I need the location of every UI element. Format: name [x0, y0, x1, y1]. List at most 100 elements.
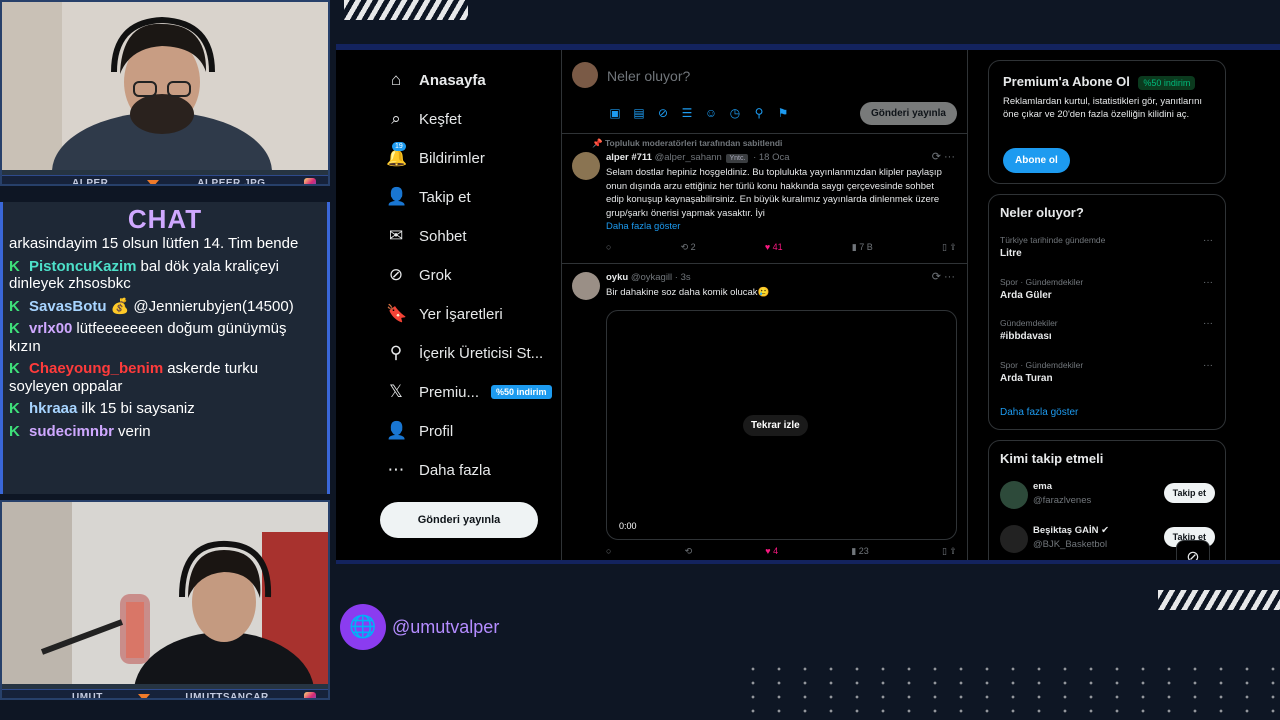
trend-item[interactable]: Spor · Gündemdekiler Arda Güler ··· [1000, 277, 1213, 301]
sidebar-item[interactable]: 𝕏 Premiu... %50 indirim [386, 377, 552, 407]
show-more-link[interactable]: Daha fazla göster [606, 221, 680, 232]
flag-icon[interactable]: ⚑ [776, 106, 790, 120]
follow-handle: @BJK_Basketbol [1033, 539, 1108, 550]
tweet-body: Selam dostlar hepiniz hoşgeldiniz. Bu to… [606, 167, 942, 219]
reply-icon[interactable]: ○ [606, 242, 611, 253]
tweet-author-name[interactable]: oyku [606, 272, 628, 283]
grok-icon[interactable]: ⊘ [656, 106, 670, 120]
video-time: 0:00 [619, 521, 637, 531]
tweet-author-handle[interactable]: @alper_sahann [655, 152, 722, 163]
sidebar-item[interactable]: 👤 Takip et [386, 182, 471, 212]
streamer-name-right: UMUTTSANCAR [185, 692, 269, 700]
webcam-top: ALPER ALPEER.JPG [0, 0, 330, 186]
sidebar-item-label: İçerik Üreticisi St... [419, 344, 544, 362]
location-icon[interactable]: ⚲ [752, 106, 766, 120]
compose-input[interactable]: Neler oluyor? [607, 68, 690, 84]
grok-floating-icon[interactable]: ⊘ [1176, 540, 1210, 560]
follow-icon: 👤 [386, 187, 408, 206]
sidebar-item[interactable]: 👤 Profil [386, 416, 453, 446]
more-options-icon[interactable]: ⟳ ··· [932, 270, 955, 283]
more-options-icon[interactable]: ··· [1203, 235, 1213, 246]
decor-stripes-top [344, 0, 468, 20]
more-options-icon[interactable]: ⟳ ··· [932, 150, 955, 163]
video-player[interactable]: Tekrar izle 0:00 [606, 310, 957, 540]
webcam-bottom-feed [2, 502, 328, 698]
instagram-icon [303, 691, 316, 698]
sidebar-item[interactable]: ⚲ İçerik Üreticisi St... [386, 338, 543, 368]
pinned-text: Topluluk moderatörleri tarafından sabitl… [604, 138, 783, 148]
instagram-icon [303, 177, 316, 184]
replay-button[interactable]: Tekrar izle [743, 415, 808, 436]
follow-suggestion[interactable]: ema @farazlvenes Takip et [1000, 479, 1215, 513]
subscribe-button[interactable]: Abone ol [1003, 148, 1070, 173]
chat-username: Chaeyoung_benim [29, 360, 164, 377]
tweet-body: Bir dahakine soz daha komik olucak🥲 [606, 287, 770, 298]
follow-name[interactable]: Beşiktaş GAİN ✔ [1033, 525, 1109, 536]
sidebar-item[interactable]: ⊘ Grok [386, 260, 452, 290]
avatar [572, 62, 598, 88]
trend-item[interactable]: Türkiye tarihinde gündemde Litre ··· [1000, 235, 1213, 259]
sidebar-item[interactable]: ⌕ Keşfet [386, 104, 462, 134]
bookmark-icon[interactable]: ▯ ⇪ [942, 242, 957, 253]
sidebar-item[interactable]: ⋯ Daha fazla [386, 455, 491, 485]
like-button[interactable]: ♥ 41 [765, 242, 783, 253]
reply-icon[interactable]: ○ [606, 546, 611, 557]
views-button[interactable]: ▮ 7 B [852, 242, 873, 253]
sidebar-item[interactable]: 🔔 19 Bildirimler [386, 142, 485, 173]
tweet-author-handle[interactable]: @oykagill [631, 272, 672, 283]
sidebar-item-label: Keşfet [419, 110, 462, 128]
avatar[interactable] [1000, 481, 1028, 509]
avatar[interactable] [572, 272, 600, 300]
avatar[interactable] [1000, 525, 1028, 553]
emoji-icon[interactable]: ☺ [704, 106, 718, 120]
retweet-count: 2 [690, 242, 696, 252]
sidebar-item[interactable]: ✉ Sohbet [386, 221, 467, 251]
more-options-icon[interactable]: ··· [1203, 318, 1213, 329]
avatar[interactable] [572, 152, 600, 180]
sidebar-item[interactable]: ⌂ Anasayfa [386, 65, 486, 95]
premium-heading: Premium'a Abone Ol %50 indirim [1003, 73, 1196, 91]
chat-text: 💰 @Jennierubyjen(14500) [110, 297, 294, 315]
trend-item[interactable]: Spor · Gündemdekiler Arda Turan ··· [1000, 360, 1213, 384]
tweet-author-name[interactable]: alper #711 [606, 152, 652, 163]
chat-username: hkraaa [29, 400, 78, 417]
trend-item[interactable]: Gündemdekiler #ibbdavası ··· [1000, 318, 1213, 342]
media-icon[interactable]: ▣ [608, 106, 622, 120]
tweet-time[interactable]: · 3s [675, 272, 691, 283]
bookmark-icon: 🔖 [386, 304, 408, 323]
compose-share-button[interactable]: Gönderi yayınla [859, 102, 957, 125]
handle-text: @umutvalper [392, 616, 500, 637]
sidebar-item[interactable]: 🔖 Yer İşaretleri [386, 299, 503, 329]
decor-stripes-bottom [1158, 590, 1280, 610]
tweet-actions: ○ ⟲ ♥ 4 ▮ 23 ▯ ⇪ [606, 546, 957, 557]
follow-button[interactable]: Takip et [1163, 483, 1215, 503]
trend-topic: Arda Güler [1000, 289, 1052, 301]
post-button[interactable]: Gönderi yayınla [380, 502, 538, 538]
chat-message: K PistoncuKazim bal dök yala kraliçeyi din… [9, 258, 321, 293]
retweet-icon[interactable]: ⟲ [685, 546, 693, 557]
sidebar-item-label: Bildirimler [419, 149, 485, 167]
more-options-icon[interactable]: ··· [1203, 277, 1213, 288]
trends-show-more[interactable]: Daha fazla göster [1000, 407, 1078, 418]
sidebar-item-label: Grok [419, 266, 452, 284]
schedule-icon[interactable]: ◷ [728, 106, 742, 120]
retweet-button[interactable]: ⟲ 2 [681, 242, 696, 253]
like-button[interactable]: ♥ 4 [765, 546, 778, 557]
tweet-time[interactable]: · 18 Oca [753, 152, 789, 163]
follow-name[interactable]: ema [1033, 481, 1052, 492]
more-options-icon[interactable]: ··· [1203, 360, 1213, 371]
premium-text: Reklamlardan kurtul, istatistikleri gör,… [1003, 96, 1203, 120]
chat-title: CHAT [127, 204, 203, 234]
right-column: Premium'a Abone Ol %50 indirim Reklamlar… [988, 60, 1226, 560]
chat-text: ilk 15 bi saysaniz [81, 400, 195, 417]
bookmark-icon[interactable]: ▯ ⇪ [942, 546, 957, 557]
poll-icon[interactable]: ☰ [680, 106, 694, 120]
trend-topic: #ibbdavası [1000, 331, 1052, 342]
gif-icon[interactable]: ▤ [632, 106, 646, 120]
tweet-video[interactable]: oyku @oykagill · 3s ⟳ ··· Bir dahakine s… [562, 264, 967, 560]
trends-card: Neler oluyor? Daha fazla göster Türkiye … [988, 194, 1226, 430]
tweet-pinned[interactable]: 📌 Topluluk moderatörleri tarafından sabi… [562, 134, 967, 264]
views-button[interactable]: ▮ 23 [851, 546, 868, 557]
trend-context: Türkiye tarihinde gündemde [1000, 235, 1106, 245]
triangle-marker-icon [138, 694, 151, 698]
